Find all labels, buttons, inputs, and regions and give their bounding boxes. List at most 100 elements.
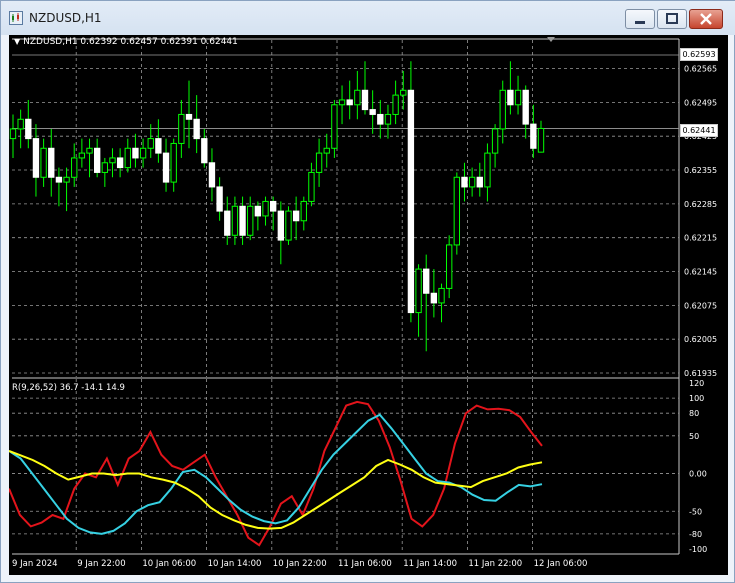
oscillator-axis-label: -100 bbox=[689, 545, 707, 554]
candle-body bbox=[201, 138, 208, 164]
candle-body bbox=[269, 200, 277, 212]
candle-body bbox=[415, 268, 422, 314]
candle-body bbox=[537, 127, 545, 153]
candle-body bbox=[445, 244, 453, 289]
candle-body bbox=[323, 147, 330, 154]
candle-body bbox=[285, 210, 292, 241]
oscillator-axis-label: 80 bbox=[689, 409, 699, 418]
chart-header: ▼ NZDUSD,H1 0.62392 0.62457 0.62391 0.624… bbox=[14, 37, 238, 47]
maximize-button[interactable] bbox=[657, 9, 687, 29]
candle-body bbox=[346, 99, 353, 106]
chart-header-text: NZDUSD,H1 0.62392 0.62457 0.62391 0.6244… bbox=[23, 37, 238, 47]
candle-body bbox=[247, 205, 254, 236]
candle-body bbox=[63, 176, 70, 183]
dropdown-arrow-icon[interactable]: ▼ bbox=[14, 37, 20, 46]
candle-body bbox=[384, 113, 392, 125]
chart-area[interactable]: 9 Jan 2024 9 Jan 22:00 10 Jan 06:00 10 Jan … bbox=[9, 35, 728, 575]
time-axis-label: 9 Jan 22:00 bbox=[77, 559, 125, 569]
candle-body bbox=[17, 118, 24, 130]
candle-body bbox=[514, 89, 522, 106]
high-price-tag: 0.62593 bbox=[680, 48, 718, 61]
candle-body bbox=[132, 147, 139, 159]
candle-body bbox=[407, 89, 415, 314]
candle-body bbox=[292, 210, 300, 222]
candle-body bbox=[491, 128, 499, 154]
candle-body bbox=[48, 147, 55, 178]
candle-body bbox=[400, 89, 407, 96]
oscillator-axis-label: -50 bbox=[689, 507, 702, 516]
price-axis-label: 0.62285 bbox=[684, 200, 717, 209]
oscillator-axis-label: -80 bbox=[689, 530, 702, 539]
candle-body bbox=[315, 152, 323, 173]
candle-body bbox=[71, 157, 78, 178]
candle-body bbox=[331, 104, 338, 149]
time-axis-label: 9 Jan 2024 bbox=[12, 559, 58, 569]
price-axis-label: 0.62075 bbox=[684, 301, 717, 310]
maximize-icon bbox=[666, 13, 678, 24]
price-axis-label: 0.62005 bbox=[684, 335, 717, 344]
time-axis-label: 11 Jan 22:00 bbox=[468, 559, 522, 569]
candle-body bbox=[308, 171, 315, 202]
oscillator-axis-label: 120 bbox=[689, 379, 704, 388]
candle-body bbox=[86, 147, 93, 154]
time-axis-label: 10 Jan 14:00 bbox=[208, 559, 262, 569]
candle-body bbox=[300, 200, 307, 222]
candle-body bbox=[338, 99, 346, 106]
candle-body bbox=[147, 138, 154, 149]
candle-body bbox=[453, 176, 461, 246]
candle-body bbox=[25, 118, 32, 140]
oscillator-axis-label: 100 bbox=[689, 394, 704, 403]
time-axis-label: 10 Jan 22:00 bbox=[273, 559, 327, 569]
candle-body bbox=[116, 157, 124, 169]
candle-body bbox=[101, 162, 109, 173]
time-axis-label: 11 Jan 06:00 bbox=[338, 559, 392, 569]
minimize-button[interactable] bbox=[625, 9, 655, 29]
candle-body bbox=[277, 210, 285, 241]
minimize-icon bbox=[635, 21, 645, 24]
candle-body bbox=[178, 113, 185, 144]
price-axis-label: 0.62355 bbox=[684, 166, 717, 175]
price-axis-label: 0.62215 bbox=[684, 234, 717, 243]
price-axis-label: 0.62145 bbox=[684, 268, 717, 277]
title-bar[interactable]: NZDUSD,H1 bbox=[1, 1, 735, 35]
candle-body bbox=[139, 147, 147, 159]
current-price-tag: 0.62441 bbox=[680, 124, 718, 137]
candle-body bbox=[155, 138, 162, 154]
candle-body bbox=[162, 152, 170, 183]
candle-body bbox=[262, 200, 269, 217]
candle-body bbox=[185, 113, 193, 120]
candle-body bbox=[124, 147, 131, 169]
candle-body bbox=[354, 89, 361, 106]
chart-canvas[interactable]: 9 Jan 2024 9 Jan 22:00 10 Jan 06:00 10 Jan … bbox=[9, 35, 728, 575]
candle-body bbox=[476, 176, 483, 188]
candle-body bbox=[32, 138, 40, 178]
time-axis-label: 10 Jan 06:00 bbox=[142, 559, 196, 569]
oscillator-axis-label: 0.00 bbox=[689, 470, 707, 479]
time-axis-label: 11 Jan 14:00 bbox=[403, 559, 457, 569]
candle-body bbox=[438, 287, 445, 304]
candle-body bbox=[193, 118, 200, 140]
candle-body bbox=[93, 147, 101, 173]
candle-body bbox=[231, 205, 239, 236]
oscillator-axis-label: 50 bbox=[689, 432, 699, 441]
candle-body bbox=[224, 210, 231, 236]
candle-body bbox=[208, 162, 216, 188]
price-axis-label: 0.62565 bbox=[684, 65, 717, 74]
candle-body bbox=[369, 109, 376, 115]
candle-body bbox=[522, 89, 529, 125]
candle-body bbox=[254, 205, 262, 217]
candle-body bbox=[55, 176, 63, 183]
candle-body bbox=[109, 157, 116, 164]
candle-body bbox=[239, 205, 246, 236]
close-icon bbox=[700, 13, 712, 25]
candle-body bbox=[499, 89, 506, 130]
candle-body bbox=[377, 113, 384, 125]
candle-body bbox=[216, 186, 223, 212]
candle-body bbox=[507, 89, 514, 106]
chart-window-icon bbox=[9, 11, 23, 25]
candle-body bbox=[530, 123, 537, 149]
close-button[interactable] bbox=[689, 9, 723, 29]
candle-body bbox=[170, 142, 177, 183]
candle-body bbox=[9, 128, 17, 140]
candle-body bbox=[423, 268, 430, 294]
